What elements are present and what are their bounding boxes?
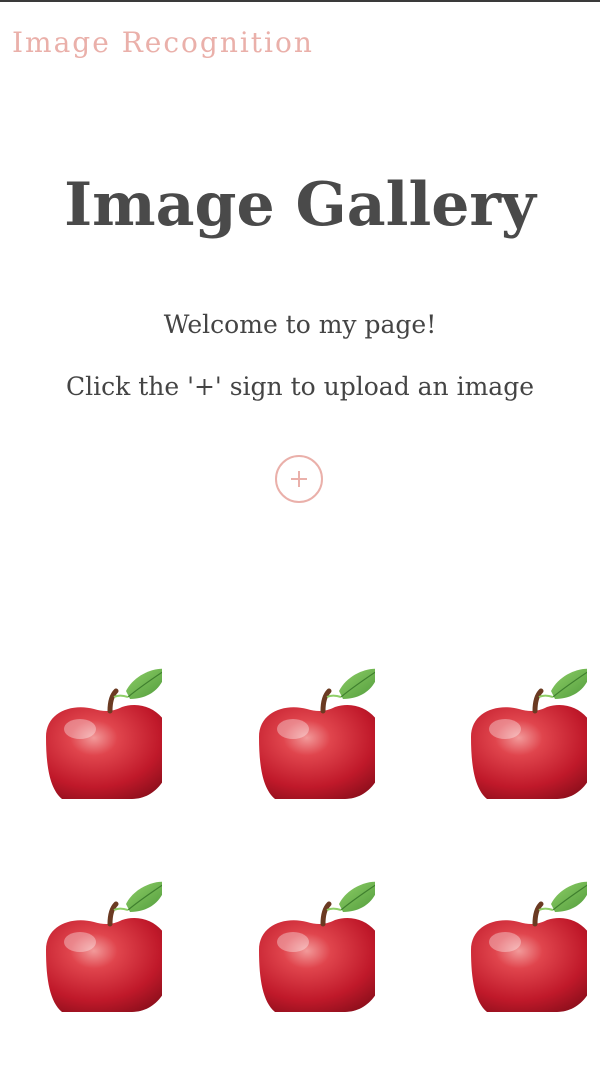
gallery-image-apple[interactable]: [42, 870, 162, 1012]
gallery-image-apple[interactable]: [42, 657, 162, 799]
plus-icon: [291, 471, 307, 487]
brand-title[interactable]: Image Recognition: [12, 26, 314, 59]
welcome-text: Welcome to my page!: [163, 310, 437, 339]
page: Image Recognition Image Gallery Welcome …: [0, 0, 600, 1070]
upload-instruction: Click the '+' sign to upload an image: [65, 372, 535, 401]
gallery-image-apple[interactable]: [255, 870, 375, 1012]
gallery-image-apple[interactable]: [467, 657, 587, 799]
gallery-image-apple[interactable]: [467, 870, 587, 1012]
page-title: Image Gallery: [64, 170, 536, 240]
upload-button[interactable]: [275, 455, 323, 503]
gallery-image-apple[interactable]: [255, 657, 375, 799]
